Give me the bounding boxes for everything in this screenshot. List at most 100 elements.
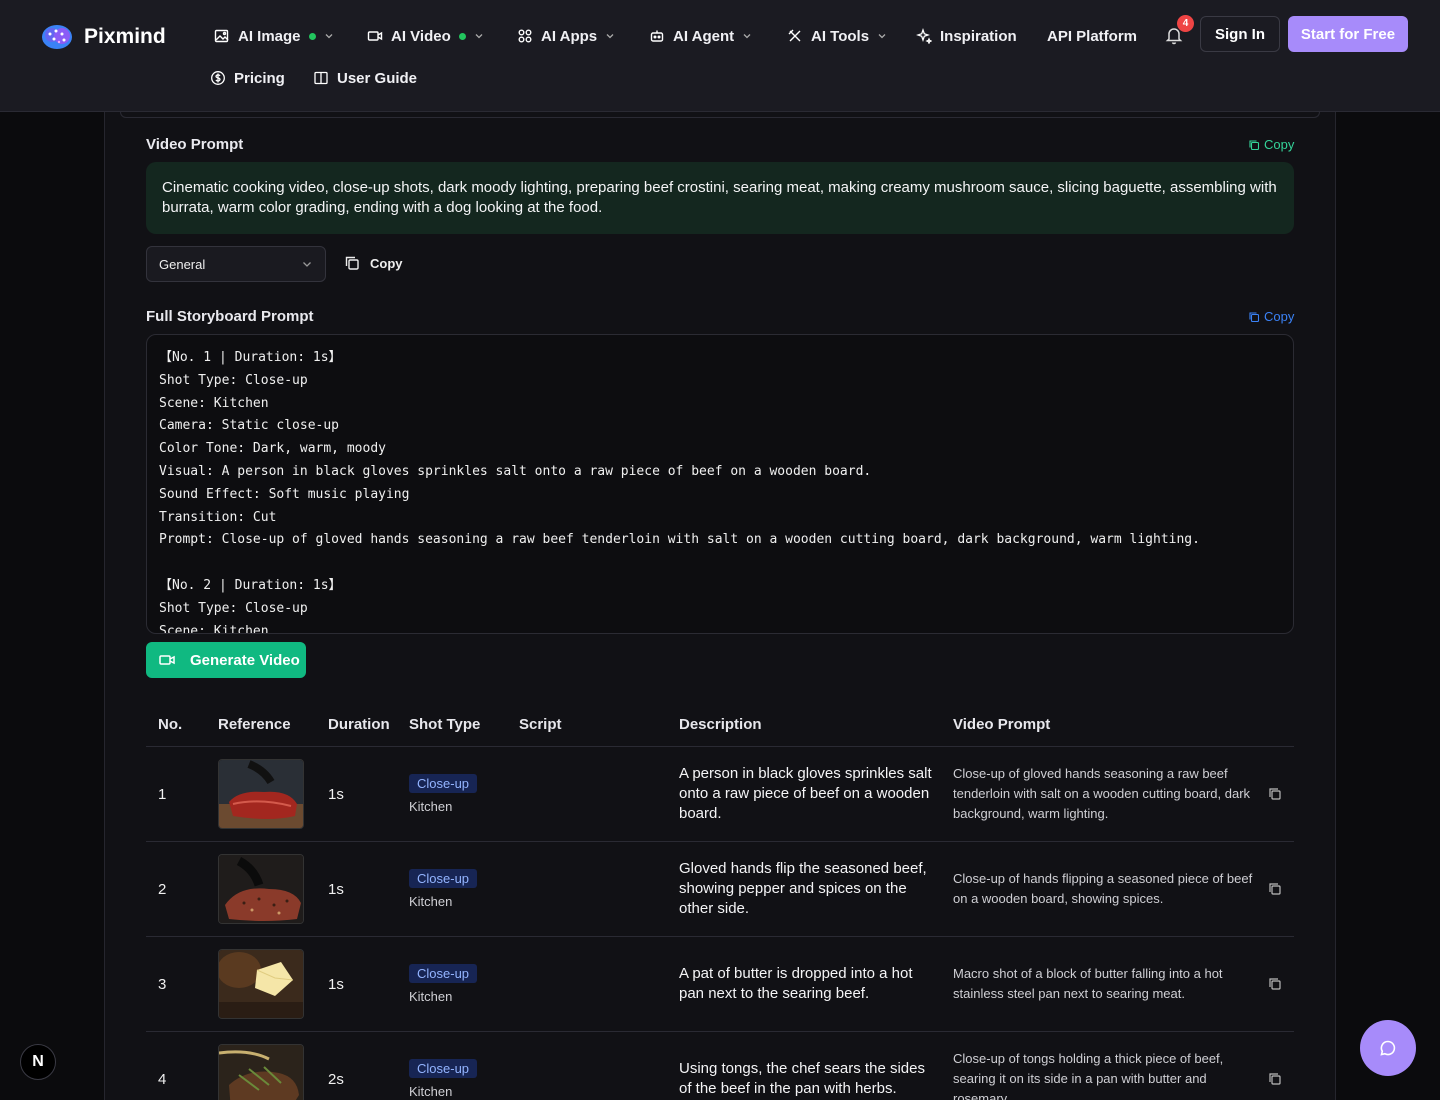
nav-label: Inspiration bbox=[940, 27, 1017, 45]
row-description: Gloved hands flip the seasoned beef, sho… bbox=[679, 860, 927, 917]
shot-type-tag: Close-up bbox=[409, 964, 478, 983]
shot-scene: Kitchen bbox=[409, 1084, 453, 1099]
chevron-down-icon bbox=[878, 34, 886, 39]
nav-label: API Platform bbox=[1047, 27, 1138, 45]
start-free-button[interactable]: Start for Free bbox=[1288, 16, 1408, 52]
sign-in-button[interactable]: Sign In bbox=[1200, 16, 1280, 52]
nav-pricing[interactable]: Pricing bbox=[210, 68, 285, 88]
row-video-prompt: Close-up of hands flipping a seasoned pi… bbox=[953, 871, 1253, 906]
video-prompt-copy-button[interactable]: Copy bbox=[1248, 137, 1294, 152]
reference-thumbnail[interactable] bbox=[218, 854, 304, 924]
chevron-down-icon bbox=[303, 262, 311, 267]
row-number: 1 bbox=[158, 786, 167, 803]
prompt-style-select[interactable]: General bbox=[146, 246, 326, 282]
logo[interactable]: Pixmind bbox=[40, 22, 166, 52]
copy-icon[interactable] bbox=[1268, 1072, 1282, 1086]
row-description: A person in black gloves sprinkles salt … bbox=[679, 765, 932, 822]
top-nav: Pixmind AI Image AI Video AI Apps AI Age… bbox=[0, 0, 1440, 112]
generate-label: Generate Video bbox=[190, 651, 300, 669]
grid-icon bbox=[518, 29, 532, 43]
copy-icon bbox=[1249, 139, 1260, 150]
chat-button[interactable] bbox=[1360, 1020, 1416, 1076]
nav-user-guide[interactable]: User Guide bbox=[313, 68, 417, 88]
nav-ai-tools[interactable]: AI Tools bbox=[787, 26, 887, 46]
dollar-circle-icon bbox=[211, 71, 225, 85]
col-header-video-prompt: Video Prompt bbox=[953, 716, 1051, 733]
reference-thumbnail[interactable] bbox=[218, 759, 304, 829]
generate-video-button[interactable]: Generate Video bbox=[146, 642, 306, 678]
copy-label: Copy bbox=[370, 255, 403, 271]
table-row: 3 1s Close-up Kitchen A pat of butter is… bbox=[146, 937, 1294, 1032]
storyboard-line: Camera: Static close-up bbox=[159, 418, 340, 434]
nav-ai-apps[interactable]: AI Apps bbox=[517, 26, 615, 46]
row-video-prompt: Close-up of gloved hands seasoning a raw… bbox=[953, 766, 1251, 821]
col-header-description: Description bbox=[679, 716, 762, 733]
col-header-script: Script bbox=[519, 716, 562, 733]
copy-icon bbox=[345, 256, 359, 270]
row-video-prompt: Close-up of tongs holding a thick piece … bbox=[953, 1051, 1224, 1100]
reference-thumbnail[interactable] bbox=[218, 1044, 304, 1100]
sparkles-icon bbox=[916, 28, 932, 44]
status-dot bbox=[458, 32, 466, 40]
video-prompt-title: Video Prompt bbox=[146, 136, 244, 153]
storyboard-line: Transition: Cut bbox=[159, 509, 277, 525]
searing-beef-image bbox=[219, 1045, 303, 1100]
copy-label: Copy bbox=[1264, 309, 1295, 324]
video-icon bbox=[367, 31, 383, 41]
next-badge[interactable]: N bbox=[20, 1044, 56, 1080]
nav-label: AI Image bbox=[238, 27, 301, 45]
copy-label: Copy bbox=[1264, 137, 1295, 152]
row-duration: 1s bbox=[328, 881, 344, 898]
storyboard-copy-button[interactable]: Copy bbox=[1248, 309, 1294, 324]
raw-beef-image bbox=[219, 760, 303, 828]
row-video-prompt: Macro shot of a block of butter falling … bbox=[953, 966, 1223, 1001]
nav-inspiration[interactable]: Inspiration bbox=[916, 26, 1017, 46]
nav-ai-image[interactable]: AI Image bbox=[214, 26, 334, 46]
copy-icon[interactable] bbox=[1268, 787, 1282, 801]
chevron-down-icon bbox=[475, 34, 483, 39]
shot-scene: Kitchen bbox=[409, 799, 453, 814]
storyboard-line: Scene: Kitchen bbox=[159, 395, 269, 411]
nav-label: AI Agent bbox=[673, 27, 735, 45]
copy-button[interactable]: Copy bbox=[344, 255, 403, 271]
notification-badge: 4 bbox=[1177, 15, 1194, 32]
nav-api-platform[interactable]: API Platform bbox=[1047, 26, 1137, 46]
video-prompt-text: Cinematic cooking video, close-up shots,… bbox=[146, 162, 1294, 234]
butter-pan-image bbox=[219, 950, 303, 1018]
shot-type-tag: Close-up bbox=[409, 774, 478, 793]
storyboard-line: Sound Effect: Soft music playing bbox=[159, 486, 410, 502]
seasoned-beef-image bbox=[219, 855, 303, 923]
copy-icon bbox=[1249, 311, 1260, 322]
shot-type-tag: Close-up bbox=[409, 1059, 478, 1078]
reference-thumbnail[interactable] bbox=[218, 949, 304, 1019]
nav-ai-video[interactable]: AI Video bbox=[367, 26, 484, 46]
nav-label: AI Apps bbox=[541, 27, 598, 45]
status-dot bbox=[308, 32, 316, 40]
table-row: 1 1s Close-up Kitchen A person in black … bbox=[146, 747, 1294, 842]
robot-icon bbox=[650, 30, 664, 42]
brain-logo-icon bbox=[42, 25, 72, 49]
nav-label: AI Video bbox=[391, 27, 451, 45]
storyboard-line: 【No. 1 | Duration: 1s】 bbox=[159, 350, 342, 365]
storyboard-title: Full Storyboard Prompt bbox=[146, 308, 314, 325]
shot-scene: Kitchen bbox=[409, 894, 453, 909]
storyboard-textarea[interactable]: 【No. 1 | Duration: 1s】 Shot Type: Close-… bbox=[146, 334, 1294, 634]
storyboard-line: Prompt: Close-up of gloved hands seasoni… bbox=[159, 532, 1200, 548]
nav-ai-agent[interactable]: AI Agent bbox=[649, 26, 752, 46]
storyboard-line: Scene: Kitchen bbox=[159, 623, 269, 634]
chevron-down-icon bbox=[606, 34, 614, 39]
col-header-shot-type: Shot Type bbox=[409, 716, 481, 733]
storyboard-line: Shot Type: Close-up bbox=[159, 600, 308, 616]
row-duration: 1s bbox=[328, 786, 344, 803]
copy-icon[interactable] bbox=[1268, 882, 1282, 896]
row-description: Using tongs, the chef sears the sides of… bbox=[679, 1060, 925, 1097]
nav-label: AI Tools bbox=[811, 27, 870, 45]
shot-scene: Kitchen bbox=[409, 989, 453, 1004]
panel-card-edge bbox=[120, 112, 1320, 118]
copy-icon[interactable] bbox=[1268, 977, 1282, 991]
video-icon bbox=[159, 655, 175, 665]
row-number: 4 bbox=[158, 1071, 167, 1088]
col-header-reference: Reference bbox=[218, 716, 291, 733]
book-icon bbox=[314, 71, 328, 85]
brand-name: Pixmind bbox=[84, 25, 166, 48]
